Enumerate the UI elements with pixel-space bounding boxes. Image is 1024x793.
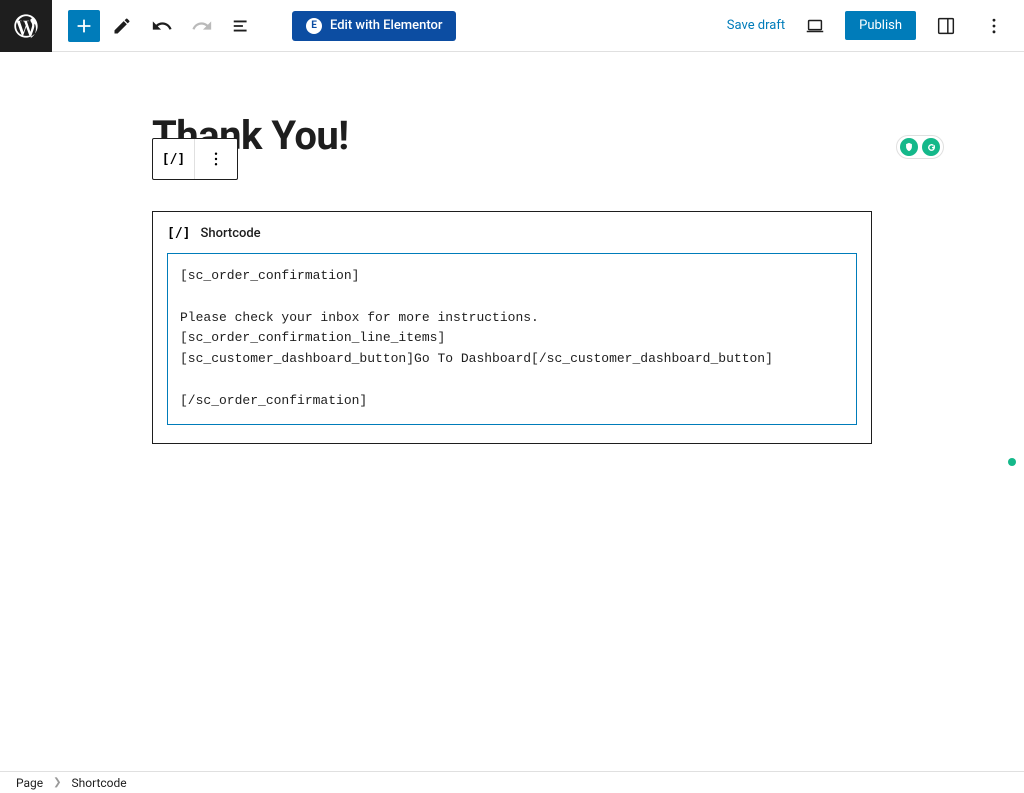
block-breadcrumb: Page ❯ Shortcode	[0, 771, 1024, 793]
plus-icon	[73, 15, 95, 37]
block-more-options-button[interactable]	[195, 139, 237, 179]
block-toolbar: [/]	[152, 138, 238, 180]
shortcode-block-header: [/] Shortcode	[167, 226, 857, 241]
grammarly-shield-icon	[900, 138, 918, 156]
grammarly-g-icon	[922, 138, 940, 156]
editor-canvas: Thank You! [/] [/] Shortcode	[0, 52, 1024, 444]
wordpress-logo-button[interactable]	[0, 0, 52, 52]
add-block-button[interactable]	[68, 10, 100, 42]
breadcrumb-current[interactable]: Shortcode	[72, 776, 127, 790]
pencil-icon	[112, 16, 132, 36]
breadcrumb-root[interactable]: Page	[16, 776, 43, 790]
top-toolbar: E Edit with Elementor Save draft Publish	[0, 0, 1024, 52]
redo-button	[184, 8, 220, 44]
publish-button[interactable]: Publish	[845, 11, 916, 40]
preview-button[interactable]	[797, 8, 833, 44]
redo-icon	[191, 15, 213, 37]
more-vertical-icon	[984, 16, 1004, 36]
tools-button[interactable]	[104, 8, 140, 44]
edit-with-elementor-button[interactable]: E Edit with Elementor	[292, 11, 456, 41]
document-overview-button[interactable]	[224, 8, 260, 44]
shortcode-icon: [/]	[162, 152, 185, 167]
toolbar-right: Save draft Publish	[727, 8, 1024, 44]
options-button[interactable]	[976, 8, 1012, 44]
shortcode-block[interactable]: [/] Shortcode	[152, 211, 872, 444]
elementor-label: Edit with Elementor	[330, 18, 442, 33]
laptop-icon	[804, 15, 826, 37]
more-vertical-icon	[207, 150, 225, 168]
shortcode-textarea[interactable]	[167, 253, 857, 425]
settings-sidebar-button[interactable]	[928, 8, 964, 44]
elementor-icon: E	[306, 18, 322, 34]
save-draft-button[interactable]: Save draft	[727, 18, 785, 33]
wordpress-icon	[12, 12, 40, 40]
list-view-icon	[231, 15, 253, 37]
undo-icon	[151, 15, 173, 37]
shortcode-icon: [/]	[167, 226, 190, 241]
editor-content: Thank You! [/] [/] Shortcode	[152, 112, 872, 444]
page-title[interactable]: Thank You!	[152, 112, 872, 159]
chevron-right-icon: ❯	[53, 777, 61, 788]
block-type-button[interactable]: [/]	[153, 139, 195, 179]
toolbar-left: E Edit with Elementor	[52, 8, 456, 44]
shortcode-block-label: Shortcode	[200, 226, 260, 241]
grammarly-status-dot[interactable]	[1008, 458, 1016, 466]
grammarly-widget[interactable]	[896, 135, 944, 159]
sidebar-icon	[935, 15, 957, 37]
undo-button[interactable]	[144, 8, 180, 44]
